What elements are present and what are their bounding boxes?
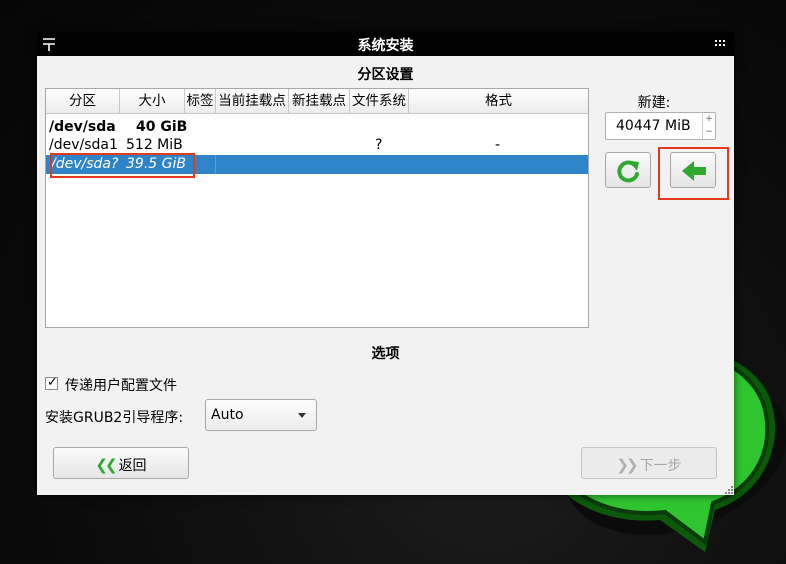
chevron-down-icon — [298, 413, 306, 418]
resize-grip-icon[interactable] — [725, 486, 733, 494]
partition-size-spinbox[interactable]: 40447 MiB + − — [605, 112, 716, 140]
double-chevron-left-icon: ❮❮ — [95, 456, 117, 474]
title-bar: 系统安装 — [37, 32, 734, 56]
double-chevron-right-icon: ❯❯ — [616, 456, 638, 474]
copy-user-config-checkbox[interactable]: ✓ — [45, 375, 58, 390]
column-divider — [215, 155, 216, 174]
new-partition-label: 新建: — [637, 95, 671, 111]
next-button[interactable]: ❯❯ 下一步 — [581, 447, 717, 479]
grub-install-value: Auto — [211, 407, 244, 423]
column-header-size[interactable]: 大小 — [120, 89, 185, 113]
decrement-button[interactable]: − — [703, 126, 715, 139]
cell-partition: /dev/sda — [49, 119, 116, 135]
column-header-format[interactable]: 格式 — [409, 89, 588, 113]
window-title: 系统安装 — [357, 38, 414, 54]
refresh-icon — [617, 160, 639, 183]
partition-table[interactable]: 分区 大小 标签 当前挂载点 新挂载点 文件系统 格式 /dev/sda 40 … — [45, 88, 589, 328]
cell-size: 40 GiB — [136, 119, 188, 135]
copy-user-config-label[interactable]: 传递用户配置文件 — [65, 375, 177, 395]
column-header-filesystem[interactable]: 文件系统 — [350, 89, 409, 113]
column-header-partition[interactable]: 分区 — [46, 89, 120, 113]
back-label: 返回 — [118, 458, 147, 474]
table-row-disk[interactable]: /dev/sda 40 GiB — [46, 118, 588, 137]
window-options-icon[interactable] — [715, 40, 727, 48]
increment-button[interactable]: + — [703, 113, 715, 126]
highlight-box — [658, 147, 729, 200]
partition-heading: 分区设置 — [357, 67, 414, 83]
options-heading: 选项 — [371, 346, 400, 362]
spin-buttons: + − — [702, 113, 715, 139]
table-header: 分区 大小 标签 当前挂载点 新挂载点 文件系统 格式 — [46, 89, 588, 114]
column-header-new-mount[interactable]: 新挂载点 — [289, 89, 350, 113]
highlight-box — [50, 153, 195, 178]
next-label: 下一步 — [639, 458, 682, 474]
cell-filesystem: ? — [375, 137, 383, 153]
partition-size-value[interactable]: 40447 MiB — [616, 118, 691, 134]
grub-install-select[interactable]: Auto — [205, 399, 317, 431]
back-button[interactable]: ❮❮ 返回 — [53, 447, 189, 479]
check-mark-icon: ✓ — [47, 375, 58, 390]
column-header-label[interactable]: 标签 — [185, 89, 216, 113]
table-row-free-space[interactable]: /dev/sda? 39.5 GiB — [46, 153, 588, 178]
column-header-current-mount[interactable]: 当前挂载点 — [216, 89, 289, 113]
installer-window: 系统安装 分区设置 分区 大小 标签 当前挂载点 新挂载点 文件系统 格式 /d… — [37, 32, 734, 495]
cell-format: - — [495, 137, 501, 153]
reset-button[interactable] — [605, 152, 651, 188]
grub-install-label: 安装GRUB2引导程序: — [45, 410, 184, 426]
